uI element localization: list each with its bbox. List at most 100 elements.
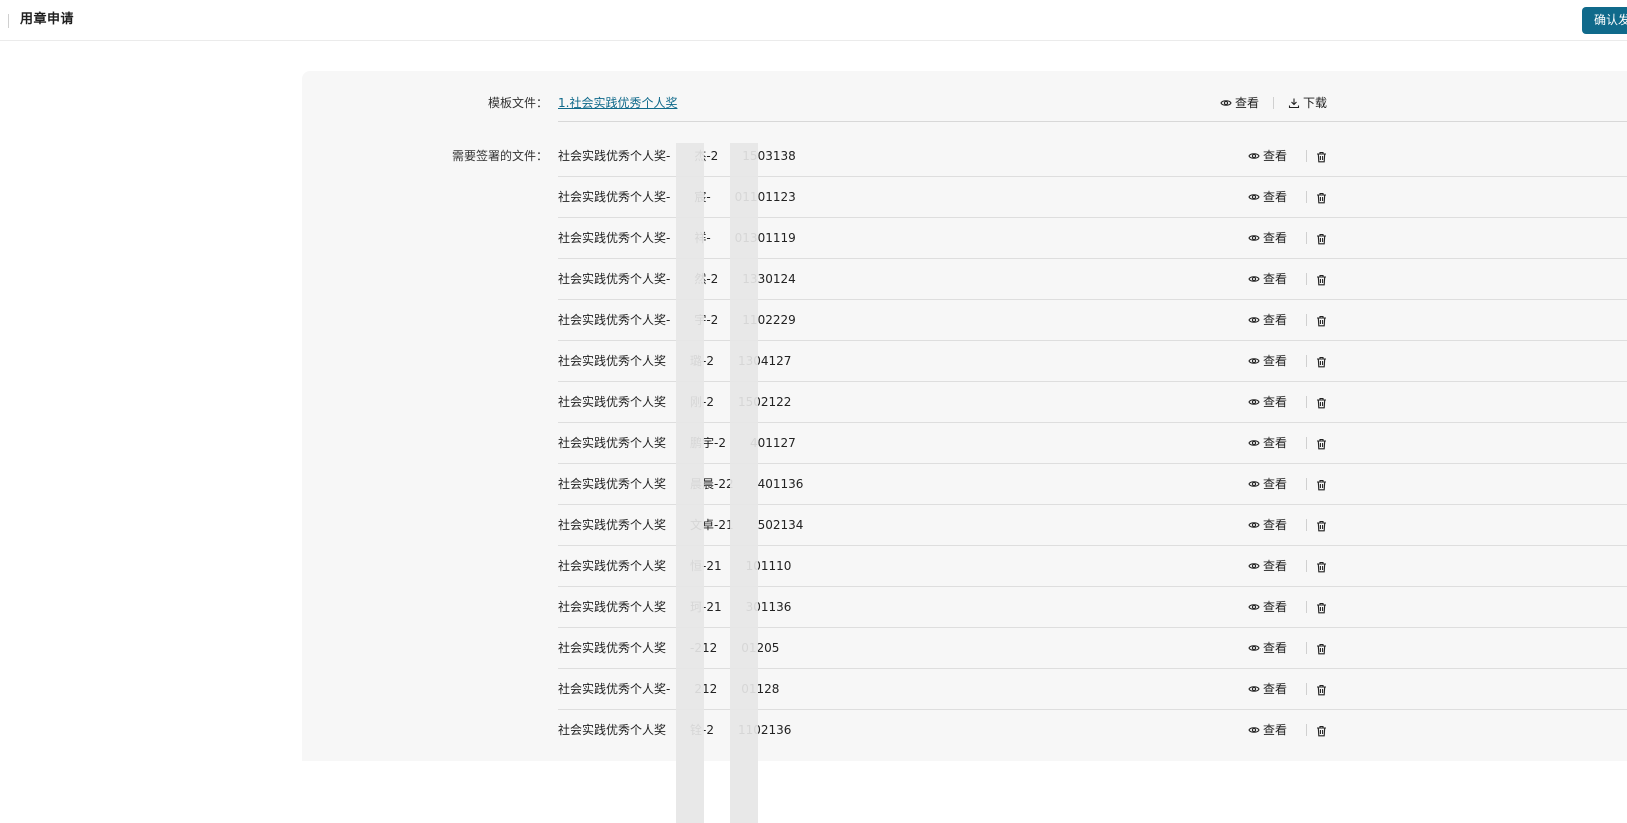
file-view-button[interactable]: 查看 <box>1248 147 1287 167</box>
eye-icon <box>1248 354 1260 372</box>
file-action-divider <box>1306 191 1307 203</box>
file-action-divider <box>1306 273 1307 285</box>
eye-icon <box>1248 682 1260 700</box>
template-view-label: 查看 <box>1235 96 1260 110</box>
confirm-button[interactable]: 确认发 <box>1582 7 1627 34</box>
file-view-button[interactable]: 查看 <box>1248 352 1287 372</box>
eye-icon <box>1248 723 1260 741</box>
privacy-mask-id <box>730 143 758 823</box>
file-view-button[interactable]: 查看 <box>1248 639 1287 659</box>
file-view-label: 查看 <box>1263 600 1288 614</box>
file-action-divider <box>1306 519 1307 531</box>
file-view-button[interactable]: 查看 <box>1248 188 1287 208</box>
file-view-button[interactable]: 查看 <box>1248 229 1287 249</box>
eye-icon <box>1248 436 1260 454</box>
file-view-label: 查看 <box>1263 272 1288 286</box>
trash-icon <box>1316 519 1327 537</box>
trash-icon <box>1316 273 1327 291</box>
file-row: 社会实践优秀个人奖- 祥- 01301119 查看 <box>558 218 1627 259</box>
file-delete-button[interactable] <box>1316 394 1330 414</box>
trash-icon <box>1316 150 1327 168</box>
file-view-button[interactable]: 查看 <box>1248 598 1287 618</box>
file-view-label: 查看 <box>1263 190 1288 204</box>
file-row: 社会实践优秀个人奖 晨晨-22 401136 查看 <box>558 464 1627 505</box>
file-row: 社会实践优秀个人奖- 然-2 1330124 查看 <box>558 259 1627 300</box>
file-row: 社会实践优秀个人奖 珂-21 301136 查看 <box>558 587 1627 628</box>
trash-icon <box>1316 191 1327 209</box>
file-delete-button[interactable] <box>1316 435 1330 455</box>
file-delete-button[interactable] <box>1316 476 1330 496</box>
file-action-divider <box>1306 355 1307 367</box>
file-action-divider <box>1306 314 1307 326</box>
template-view-button[interactable]: 查看 <box>1220 94 1259 114</box>
eye-icon <box>1248 559 1260 577</box>
file-view-label: 查看 <box>1263 313 1288 327</box>
file-action-divider <box>1306 601 1307 613</box>
file-delete-button[interactable] <box>1316 558 1330 578</box>
file-view-button[interactable]: 查看 <box>1248 721 1287 741</box>
file-delete-button[interactable] <box>1316 353 1330 373</box>
file-view-label: 查看 <box>1263 477 1288 491</box>
file-delete-button[interactable] <box>1316 230 1330 250</box>
file-delete-button[interactable] <box>1316 599 1330 619</box>
trash-icon <box>1316 560 1327 578</box>
file-row: 社会实践优秀个人奖- 212 01128 查看 <box>558 669 1627 710</box>
eye-icon <box>1248 641 1260 659</box>
file-view-label: 查看 <box>1263 395 1288 409</box>
file-action-divider <box>1306 724 1307 736</box>
file-delete-button[interactable] <box>1316 271 1330 291</box>
file-delete-button[interactable] <box>1316 722 1330 742</box>
file-view-label: 查看 <box>1263 518 1288 532</box>
eye-icon <box>1248 149 1260 167</box>
file-row: 社会实践优秀个人奖 铨-2 1102136 查看 <box>558 710 1627 751</box>
file-row: 社会实践优秀个人奖- 杰-2 1503138 查看 <box>558 136 1627 177</box>
file-action-divider <box>1306 478 1307 490</box>
file-view-label: 查看 <box>1263 354 1288 368</box>
trash-icon <box>1316 642 1327 660</box>
file-view-button[interactable]: 查看 <box>1248 516 1287 536</box>
file-row: 社会实践优秀个人奖 鹏宇-2 401127 查看 <box>558 423 1627 464</box>
file-delete-button[interactable] <box>1316 148 1330 168</box>
file-row: 社会实践优秀个人奖 恒-21 101110 查看 <box>558 546 1627 587</box>
file-view-button[interactable]: 查看 <box>1248 270 1287 290</box>
file-view-button[interactable]: 查看 <box>1248 311 1287 331</box>
file-view-label: 查看 <box>1263 723 1288 737</box>
file-view-label: 查看 <box>1263 559 1288 573</box>
trash-icon <box>1316 724 1327 742</box>
file-view-button[interactable]: 查看 <box>1248 393 1287 413</box>
file-action-divider <box>1306 150 1307 162</box>
file-view-label: 查看 <box>1263 231 1288 245</box>
files-label: 需要签署的文件： <box>451 149 548 163</box>
trash-icon <box>1316 355 1327 373</box>
template-file-link[interactable]: 1.社会实践优秀个人奖 <box>558 94 677 112</box>
file-row: 社会实践优秀个人奖 -212 01205 查看 <box>558 628 1627 669</box>
eye-icon <box>1248 395 1260 413</box>
file-action-divider <box>1306 396 1307 408</box>
eye-icon <box>1248 518 1260 536</box>
file-view-button[interactable]: 查看 <box>1248 680 1287 700</box>
file-delete-button[interactable] <box>1316 681 1330 701</box>
eye-icon <box>1248 231 1260 249</box>
template-download-label: 下载 <box>1303 96 1328 110</box>
file-row: 社会实践优秀个人奖 文卓-21 502134 查看 <box>558 505 1627 546</box>
template-download-button[interactable]: 下载 <box>1288 94 1327 114</box>
download-icon <box>1288 96 1300 114</box>
file-delete-button[interactable] <box>1316 312 1330 332</box>
file-view-button[interactable]: 查看 <box>1248 434 1287 454</box>
file-view-label: 查看 <box>1263 436 1288 450</box>
eye-icon <box>1248 477 1260 495</box>
trash-icon <box>1316 232 1327 250</box>
top-bar: 用章申请 确认发 <box>0 0 1627 41</box>
file-view-label: 查看 <box>1263 149 1288 163</box>
file-delete-button[interactable] <box>1316 640 1330 660</box>
file-view-button[interactable]: 查看 <box>1248 557 1287 577</box>
trash-icon <box>1316 396 1327 414</box>
file-row: 社会实践优秀个人奖 刚-2 1502122 查看 <box>558 382 1627 423</box>
file-delete-button[interactable] <box>1316 189 1330 209</box>
eye-icon <box>1248 272 1260 290</box>
eye-icon <box>1248 190 1260 208</box>
file-delete-button[interactable] <box>1316 517 1330 537</box>
eye-icon <box>1248 600 1260 618</box>
file-view-button[interactable]: 查看 <box>1248 475 1287 495</box>
file-row: 社会实践优秀个人奖 璐-2 1304127 查看 <box>558 341 1627 382</box>
